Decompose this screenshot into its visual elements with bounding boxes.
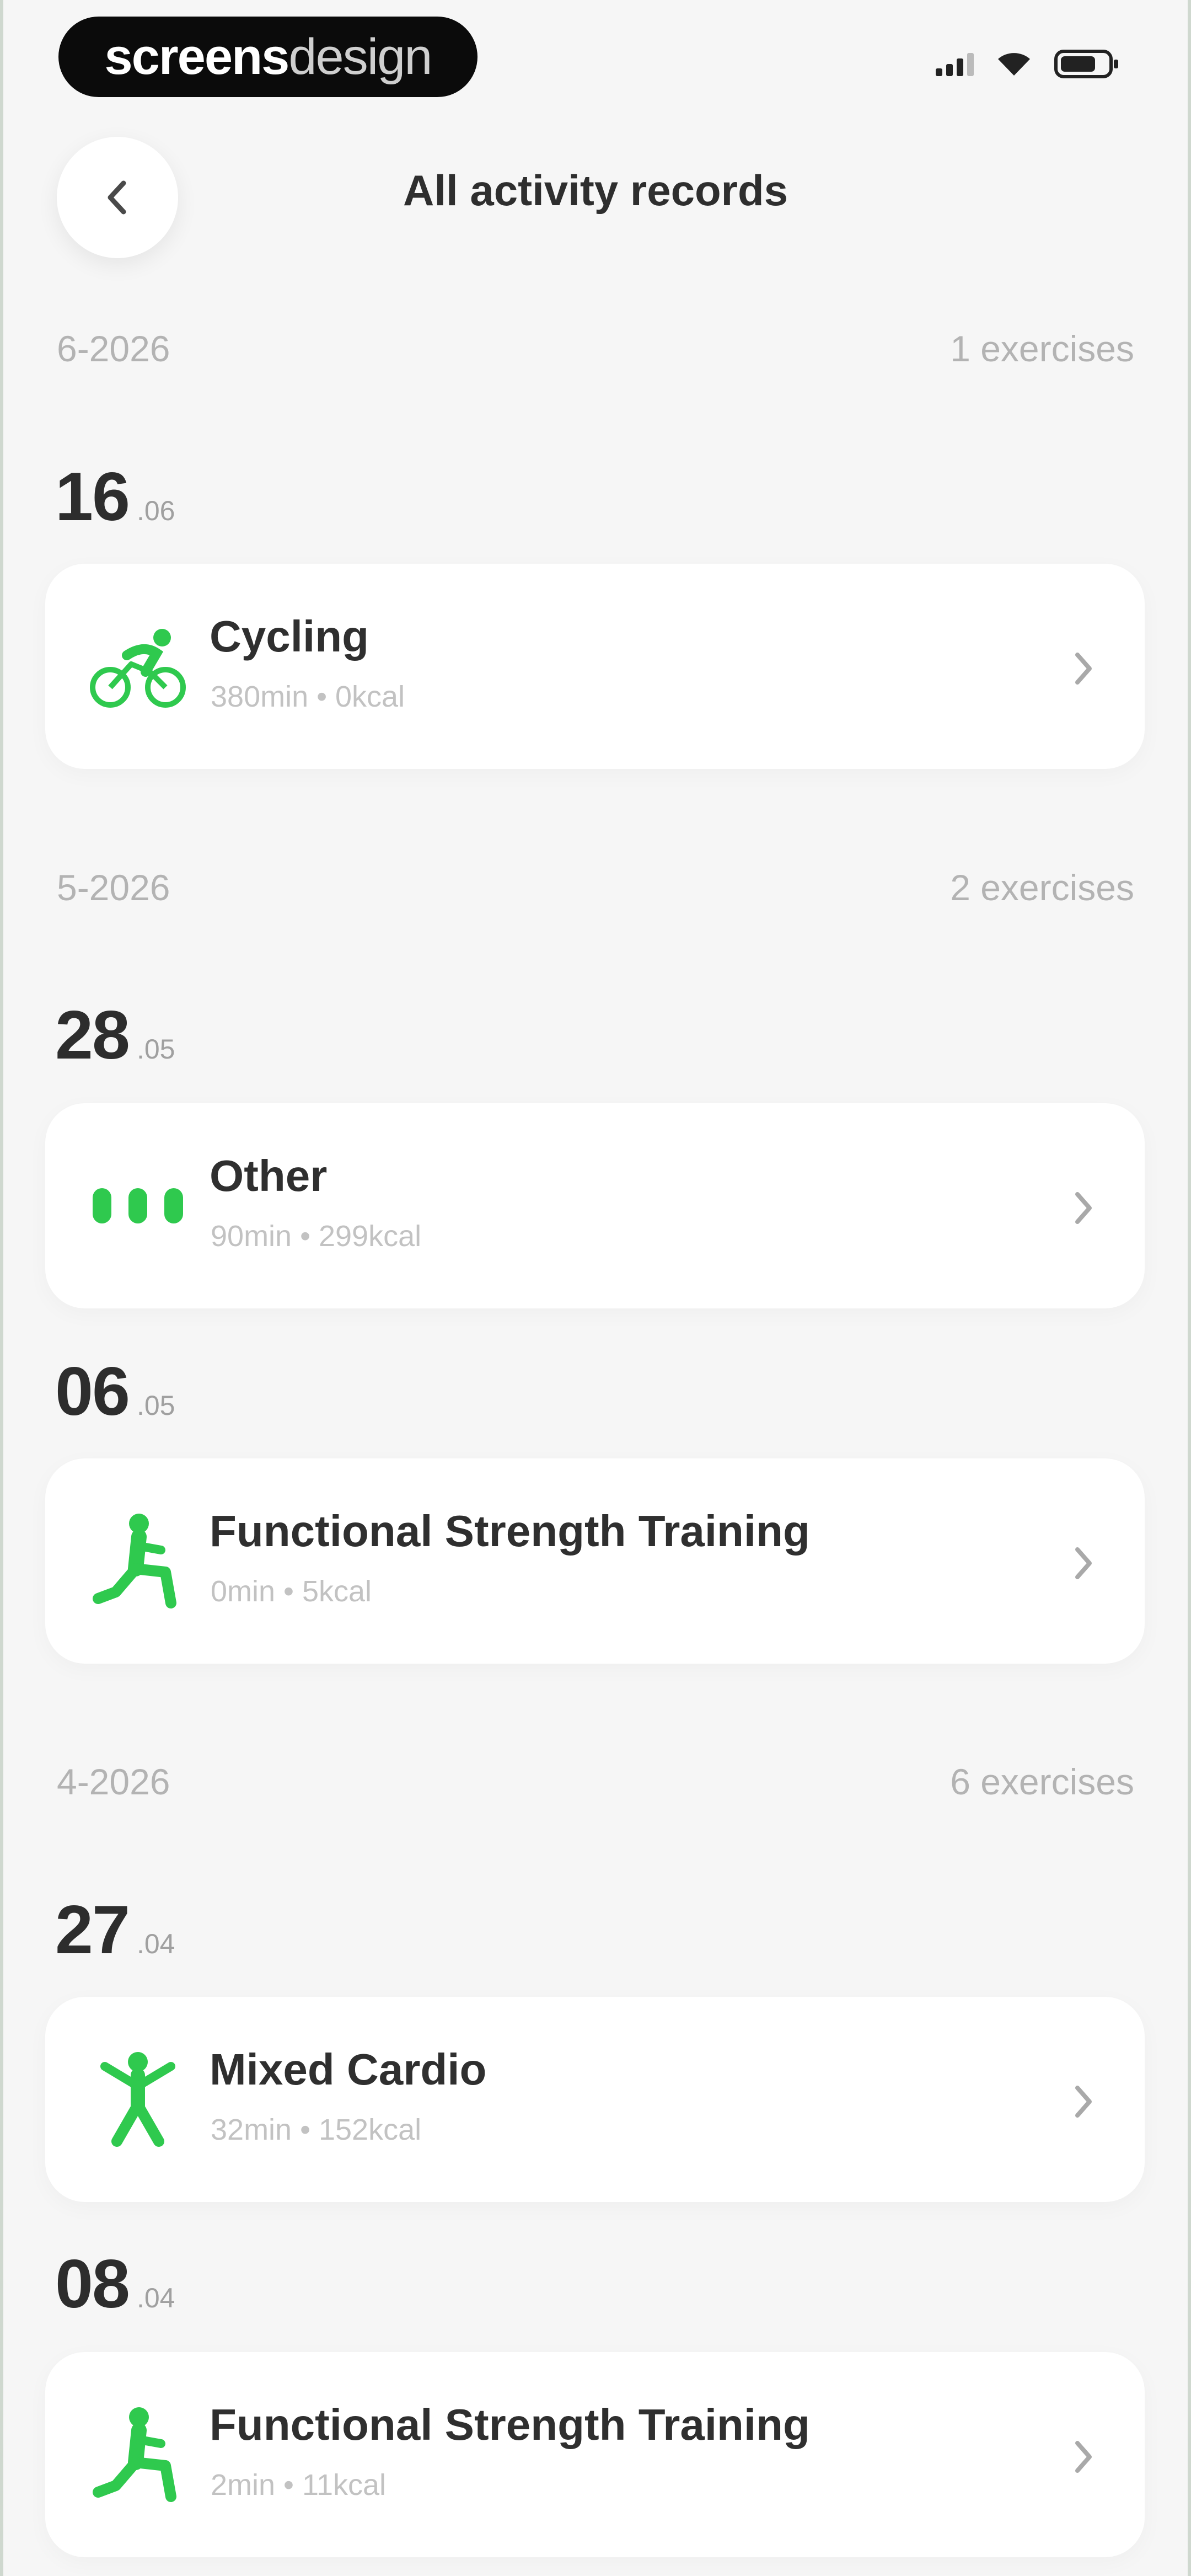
brand-logo-bold: screens <box>104 28 290 85</box>
month-header: 6-2026 1 exercises <box>57 327 1134 371</box>
status-icons <box>936 50 1119 78</box>
month-label: 5-2026 <box>57 867 170 908</box>
date-day: 16 <box>55 459 130 535</box>
chevron-right-icon <box>1066 1186 1099 1230</box>
date-day: 27 <box>55 1892 130 1968</box>
strength-training-icon <box>88 2405 187 2504</box>
cycling-icon <box>88 617 187 716</box>
date-label: 06 .05 <box>55 1353 175 1431</box>
chevron-right-icon <box>1066 2435 1099 2479</box>
date-month: .05 <box>136 1390 175 1421</box>
activity-meta: 0min • 5kcal <box>211 1575 372 1608</box>
month-label: 4-2026 <box>57 1761 170 1802</box>
chevron-right-icon <box>1066 646 1099 691</box>
activity-meta: 90min • 299kcal <box>211 1220 422 1253</box>
date-label: 27 .04 <box>55 1891 175 1969</box>
date-label: 16 .06 <box>55 458 175 536</box>
date-month: .06 <box>136 495 175 526</box>
activity-card-functional-strength-training[interactable]: Functional Strength Training 2min • 11kc… <box>45 2352 1145 2557</box>
exercise-count: 2 exercises <box>950 867 1134 908</box>
activity-card-functional-strength-training[interactable]: Functional Strength Training 0min • 5kca… <box>45 1458 1145 1664</box>
activity-card-mixed-cardio[interactable]: Mixed Cardio 32min • 152kcal <box>45 1997 1145 2202</box>
date-day: 08 <box>55 2246 130 2322</box>
cellular-signal-icon <box>936 52 974 76</box>
status-bar: screens design <box>0 0 1191 110</box>
date-month: .04 <box>136 1928 175 1959</box>
date-label: 28 .05 <box>55 996 175 1075</box>
activity-meta: 2min • 11kcal <box>211 2468 387 2502</box>
mixed-cardio-icon <box>88 2050 187 2149</box>
brand-logo: screens design <box>58 17 478 97</box>
month-header: 5-2026 2 exercises <box>57 865 1134 910</box>
activity-name: Functional Strength Training <box>210 2400 810 2449</box>
activity-meta: 32min • 152kcal <box>211 2113 422 2146</box>
activity-card-other[interactable]: Other 90min • 299kcal <box>45 1103 1145 1308</box>
exercise-count: 1 exercises <box>950 328 1134 369</box>
activity-name: Other <box>210 1151 328 1200</box>
other-dots-icon <box>88 1156 187 1255</box>
date-month: .04 <box>136 2283 175 2313</box>
month-label: 6-2026 <box>57 328 170 369</box>
activity-card-cycling[interactable]: Cycling 380min • 0kcal <box>45 564 1145 769</box>
month-header: 4-2026 6 exercises <box>57 1760 1134 1804</box>
strength-training-icon <box>88 1511 187 1611</box>
date-month: .05 <box>136 1034 175 1065</box>
chevron-right-icon <box>1066 2080 1099 2124</box>
wifi-icon <box>998 53 1030 76</box>
date-day: 06 <box>55 1354 130 1430</box>
activity-name: Cycling <box>210 612 369 661</box>
battery-icon <box>1054 50 1118 78</box>
brand-logo-light: design <box>288 28 432 85</box>
page-title: All activity records <box>403 166 788 215</box>
date-day: 28 <box>55 997 130 1073</box>
date-label: 08 .04 <box>55 2245 175 2323</box>
activity-meta: 380min • 0kcal <box>211 680 405 713</box>
exercise-count: 6 exercises <box>950 1761 1134 1802</box>
activity-name: Mixed Cardio <box>210 2045 487 2094</box>
activity-name: Functional Strength Training <box>210 1506 810 1556</box>
chevron-right-icon <box>1066 1541 1099 1585</box>
